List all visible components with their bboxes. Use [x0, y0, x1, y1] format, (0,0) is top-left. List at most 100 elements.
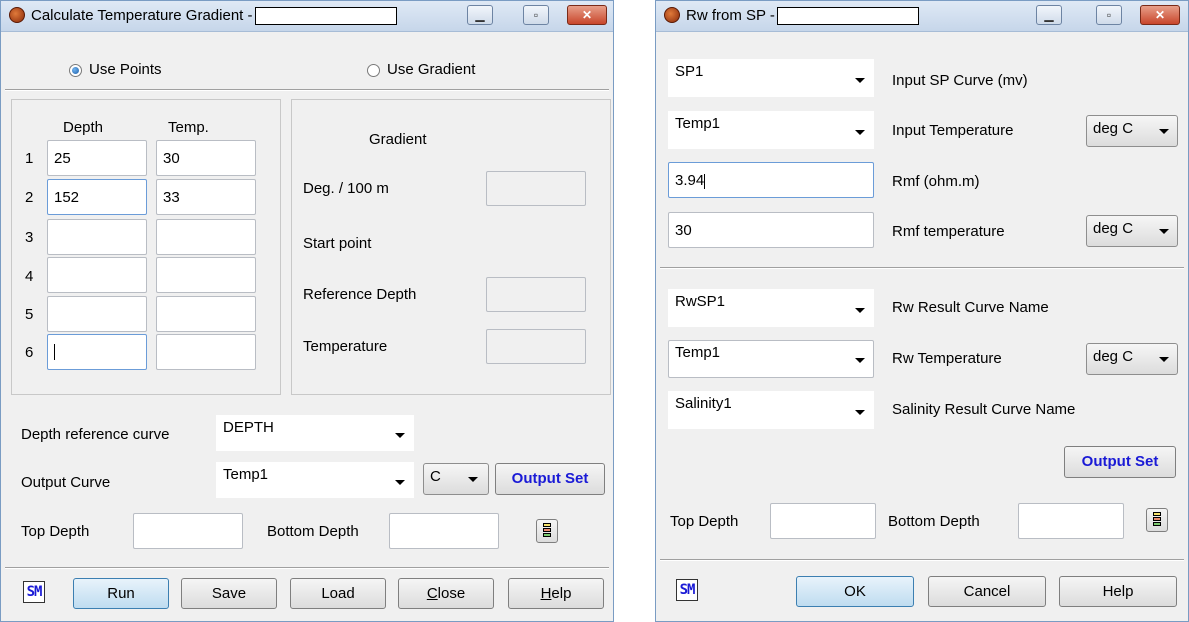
chevron-down-icon: [855, 410, 865, 415]
divider: [660, 559, 1184, 561]
deg-per-100m-input[interactable]: [486, 171, 586, 206]
depth-input[interactable]: 152: [47, 179, 147, 215]
rw-temperature-dropdown[interactable]: Temp1: [668, 340, 874, 378]
rmf-label: Rmf (ohm.m): [892, 173, 980, 190]
use-gradient-label[interactable]: Use Gradient: [387, 61, 475, 78]
salinity-result-curve-dropdown[interactable]: Salinity1: [668, 391, 874, 429]
rmf-temperature-unit-dropdown[interactable]: deg C: [1086, 215, 1178, 247]
title-name-field: [254, 7, 397, 25]
minimize-button[interactable]: ▁: [1036, 5, 1062, 25]
title-bar: Calculate Temperature Gradient - ▁ ▫ ✕: [1, 1, 613, 32]
input-sp-curve-dropdown[interactable]: SP1: [668, 59, 874, 97]
close-window-button[interactable]: ✕: [567, 5, 607, 25]
reference-depth-input[interactable]: [486, 277, 586, 312]
temp-column-header: Temp.: [168, 119, 209, 136]
temperature-input[interactable]: [486, 329, 586, 364]
use-gradient-radio[interactable]: [367, 64, 380, 77]
chevron-down-icon: [855, 308, 865, 313]
output-curve-label: Output Curve: [21, 474, 111, 491]
temp-input[interactable]: [156, 296, 256, 332]
depth-input[interactable]: [47, 296, 147, 332]
depth-input[interactable]: 25: [47, 140, 147, 176]
row-number: 4: [25, 268, 34, 285]
rw-temperature-unit-dropdown[interactable]: deg C: [1086, 343, 1178, 375]
gradient-title: Gradient: [369, 131, 427, 148]
use-points-label[interactable]: Use Points: [89, 61, 162, 78]
unit-value: C: [430, 468, 441, 485]
rmf-temperature-label: Rmf temperature: [892, 223, 1005, 240]
depth-input[interactable]: [47, 219, 147, 255]
input-temperature-dropdown[interactable]: Temp1: [668, 111, 874, 149]
temp-input[interactable]: [156, 334, 256, 370]
bottom-depth-input[interactable]: [389, 513, 499, 549]
help-accesskey: H: [540, 585, 552, 602]
chevron-down-icon: [1159, 357, 1169, 362]
output-set-button[interactable]: Output Set: [495, 463, 605, 495]
depth-range-icon[interactable]: [1146, 508, 1168, 532]
help-button[interactable]: Help: [508, 578, 604, 609]
output-curve-value: Temp1: [223, 466, 269, 483]
row-number: 2: [25, 189, 34, 206]
cancel-button[interactable]: Cancel: [928, 576, 1046, 607]
top-depth-label: Top Depth: [21, 523, 90, 540]
ok-button[interactable]: OK: [796, 576, 914, 607]
maximize-button[interactable]: ▫: [523, 5, 549, 25]
close-button[interactable]: Close: [398, 578, 494, 609]
depth-range-icon[interactable]: [536, 519, 558, 543]
use-points-radio[interactable]: [69, 64, 82, 77]
row-number: 1: [25, 150, 34, 167]
sm-logo-icon[interactable]: SM: [23, 581, 45, 603]
divider: [5, 89, 609, 91]
help-button[interactable]: Help: [1059, 576, 1177, 607]
top-depth-input[interactable]: [770, 503, 876, 539]
top-depth-label: Top Depth: [670, 513, 739, 530]
temp-input[interactable]: [156, 219, 256, 255]
maximize-button[interactable]: ▫: [1096, 5, 1122, 25]
output-curve-dropdown[interactable]: Temp1: [216, 462, 414, 498]
close-window-button[interactable]: ✕: [1140, 5, 1180, 25]
chevron-down-icon: [1159, 129, 1169, 134]
deg-per-100m-label: Deg. / 100 m: [303, 180, 389, 197]
row-number: 5: [25, 306, 34, 323]
sm-logo-icon[interactable]: SM: [676, 579, 698, 601]
rw-result-curve-label: Rw Result Curve Name: [892, 299, 1049, 316]
bottom-depth-label: Bottom Depth: [267, 523, 359, 540]
close-accesskey: C: [426, 585, 438, 602]
divider: [5, 567, 609, 569]
bottom-depth-input[interactable]: [1018, 503, 1124, 539]
top-depth-input[interactable]: [133, 513, 243, 549]
depth-input[interactable]: [47, 257, 147, 293]
bottom-depth-label: Bottom Depth: [888, 513, 980, 530]
depth-reference-curve-dropdown[interactable]: DEPTH: [216, 415, 414, 451]
temperature-label: Temperature: [303, 338, 388, 355]
minimize-button[interactable]: ▁: [467, 5, 493, 25]
temp-input[interactable]: [156, 257, 256, 293]
input-temperature-unit-dropdown[interactable]: deg C: [1086, 115, 1178, 147]
temperature-gradient-dialog: Calculate Temperature Gradient - ▁ ▫ ✕ U…: [0, 0, 614, 622]
start-point-label: Start point: [303, 235, 372, 252]
depth-reference-curve-label: Depth reference curve: [21, 426, 170, 443]
rmf-input[interactable]: 3.94: [668, 162, 874, 198]
run-button[interactable]: Run: [73, 578, 169, 609]
app-icon: [664, 7, 680, 23]
rw-result-curve-dropdown[interactable]: RwSP1: [668, 289, 874, 327]
text-cursor: [54, 344, 55, 361]
input-temperature-value: Temp1: [675, 115, 721, 132]
temp-input[interactable]: 33: [156, 179, 256, 215]
row-number: 6: [25, 344, 34, 361]
app-icon: [9, 7, 25, 23]
row-number: 3: [25, 229, 34, 246]
unit-dropdown[interactable]: C: [423, 463, 489, 495]
depth-input[interactable]: [47, 334, 147, 370]
load-button[interactable]: Load: [290, 578, 386, 609]
rw-temperature-value: Temp1: [675, 344, 721, 361]
depth-column-header: Depth: [63, 119, 104, 136]
chevron-down-icon: [395, 480, 405, 485]
title-name-field: [776, 7, 919, 25]
save-button[interactable]: Save: [181, 578, 277, 609]
chevron-down-icon: [855, 130, 865, 135]
temp-input[interactable]: 30: [156, 140, 256, 176]
close-label-rest: lose: [437, 585, 466, 602]
output-set-button[interactable]: Output Set: [1064, 446, 1176, 478]
rmf-temperature-input[interactable]: 30: [668, 212, 874, 248]
